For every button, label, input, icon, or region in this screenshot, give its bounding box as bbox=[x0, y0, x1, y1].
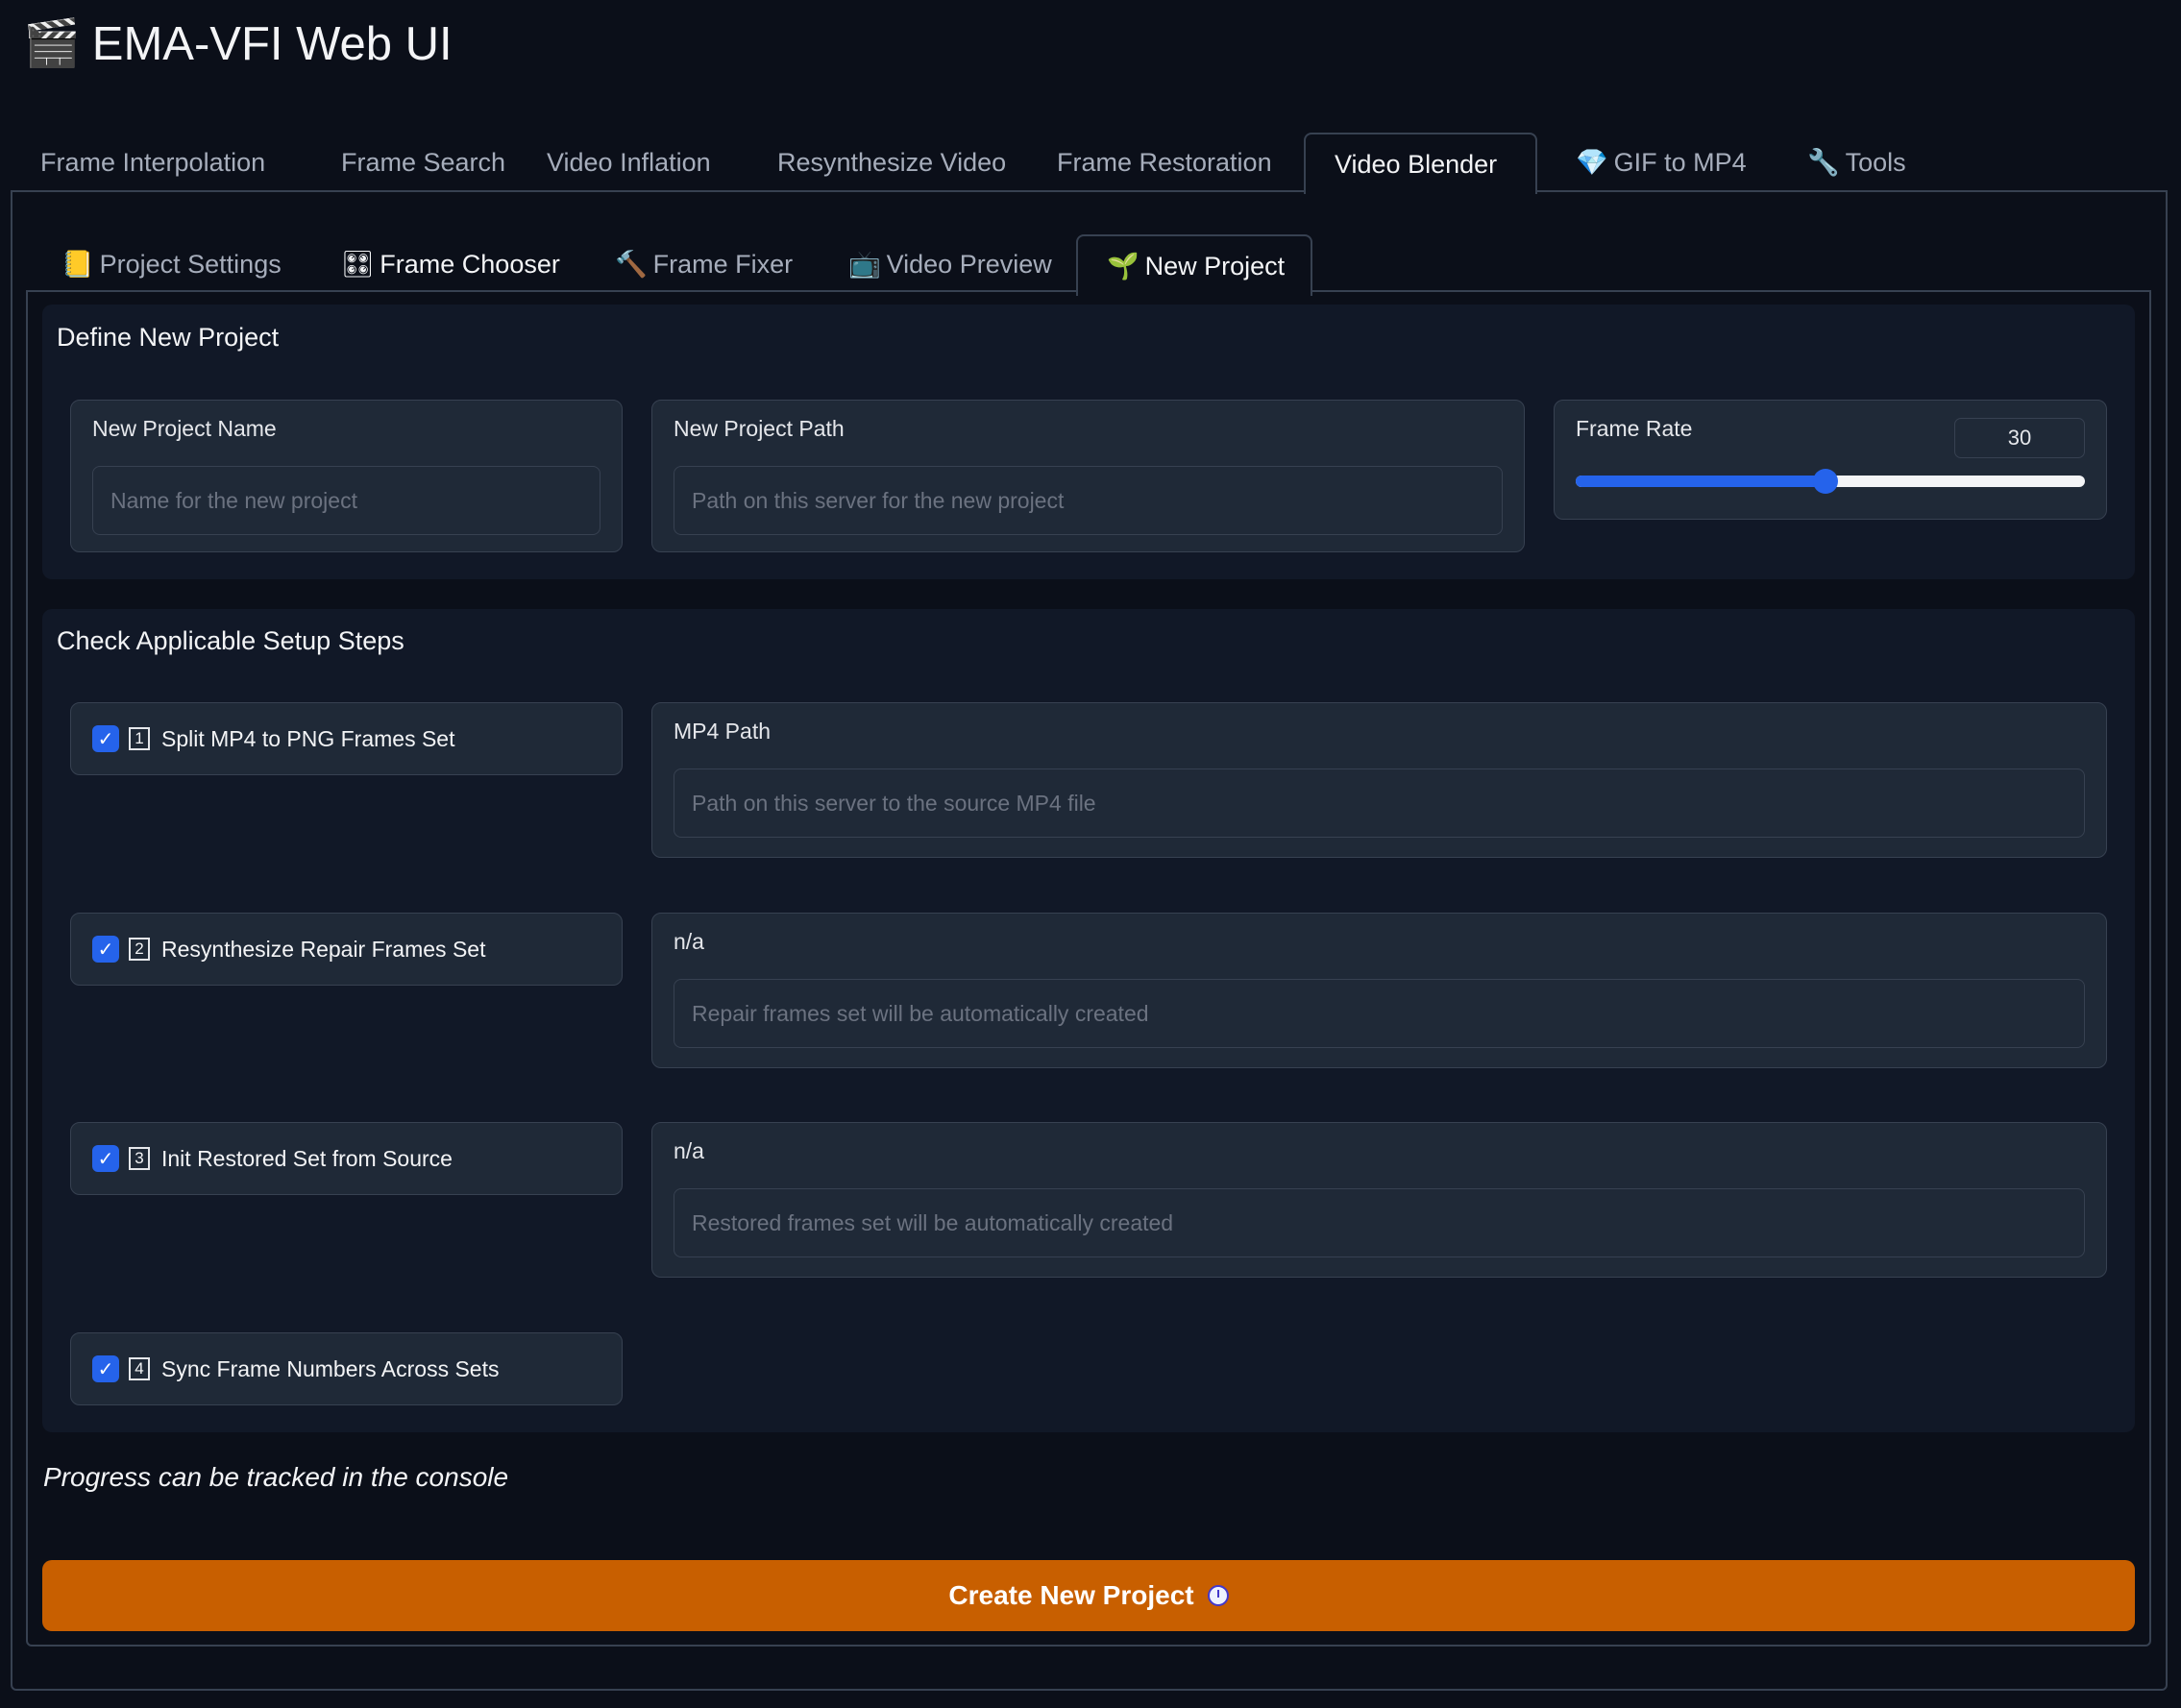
slider-fill bbox=[1576, 476, 1826, 487]
subtab-video-preview[interactable]: 📺 Video Preview bbox=[820, 234, 1081, 294]
tab-label: Frame Chooser bbox=[380, 249, 560, 279]
step-1-checkbox[interactable]: ✓ 1 Split MP4 to PNG Frames Set bbox=[70, 702, 623, 775]
setup-steps-title: Check Applicable Setup Steps bbox=[57, 626, 404, 655]
restored-frames-label: n/a bbox=[674, 1138, 704, 1163]
step-number-badge: 1 bbox=[129, 727, 150, 750]
clock-icon bbox=[1207, 1585, 1229, 1606]
tab-frame-restoration[interactable]: Frame Restoration bbox=[1028, 133, 1301, 192]
tab-label: Project Settings bbox=[99, 249, 282, 279]
project-path-input[interactable] bbox=[674, 466, 1503, 535]
hammer-icon: 🔨 bbox=[615, 250, 648, 279]
main-tab-bar: Frame Interpolation Frame Search Video I… bbox=[12, 133, 2169, 194]
tab-frame-search[interactable]: Frame Search bbox=[312, 133, 534, 192]
tab-label: Video Blender bbox=[1335, 149, 1498, 179]
check-icon: ✓ bbox=[92, 1355, 119, 1382]
project-path-block: New Project Path bbox=[651, 400, 1525, 552]
frame-rate-slider[interactable] bbox=[1576, 469, 2085, 494]
tab-label: Frame Search bbox=[341, 147, 506, 177]
tab-resynthesize-video[interactable]: Resynthesize Video bbox=[748, 133, 1035, 192]
repair-frames-block: n/a bbox=[651, 913, 2107, 1068]
define-project-title: Define New Project bbox=[57, 323, 280, 352]
tab-gif-to-mp4[interactable]: 💎 GIF to MP4 bbox=[1547, 133, 1776, 192]
tab-label: Frame Restoration bbox=[1057, 147, 1272, 177]
wrench-icon: 🔧 bbox=[1807, 148, 1840, 177]
project-name-input[interactable] bbox=[92, 466, 600, 535]
frame-rate-block: Frame Rate 30 bbox=[1554, 400, 2107, 520]
progress-note: Progress can be tracked in the console bbox=[43, 1462, 509, 1492]
step-2-checkbox[interactable]: ✓ 2 Resynthesize Repair Frames Set bbox=[70, 913, 623, 986]
mp4-path-block: MP4 Path bbox=[651, 702, 2107, 858]
step-3-checkbox[interactable]: ✓ 3 Init Restored Set from Source bbox=[70, 1122, 623, 1195]
project-name-label: New Project Name bbox=[92, 416, 277, 441]
subtab-frame-fixer[interactable]: 🔨 Frame Fixer bbox=[586, 234, 821, 294]
check-icon: ✓ bbox=[92, 725, 119, 752]
slider-handle[interactable] bbox=[1812, 469, 1838, 494]
step-number-badge: 3 bbox=[129, 1147, 150, 1170]
subtab-new-project[interactable]: 🌱 New Project bbox=[1076, 234, 1312, 296]
create-new-project-button[interactable]: Create New Project bbox=[42, 1560, 2135, 1631]
tab-label: New Project bbox=[1144, 251, 1286, 281]
step-number-badge: 2 bbox=[129, 938, 150, 961]
gem-icon: 💎 bbox=[1576, 148, 1608, 177]
step-label: Split MP4 to PNG Frames Set bbox=[161, 725, 455, 751]
button-label: Create New Project bbox=[948, 1580, 1194, 1610]
control-knobs-icon: 🎛 bbox=[341, 250, 375, 279]
tab-label: Frame Fixer bbox=[652, 249, 794, 279]
app-header: 🎬 EMA-VFI Web UI bbox=[23, 13, 453, 75]
step-label: Init Restored Set from Source bbox=[161, 1145, 453, 1171]
step-label: Resynthesize Repair Frames Set bbox=[161, 936, 486, 962]
tab-tools[interactable]: 🔧 Tools bbox=[1778, 133, 1935, 192]
tab-label: GIF to MP4 bbox=[1613, 147, 1747, 177]
project-name-block: New Project Name bbox=[70, 400, 623, 552]
frame-rate-number-input[interactable]: 30 bbox=[1954, 418, 2085, 458]
notebook-icon: 📒 bbox=[61, 250, 94, 279]
subtab-frame-chooser[interactable]: 🎛 Frame Chooser bbox=[312, 234, 589, 294]
tab-frame-interpolation[interactable]: Frame Interpolation bbox=[12, 133, 294, 192]
tab-label: Resynthesize Video bbox=[777, 147, 1007, 177]
step-4-checkbox[interactable]: ✓ 4 Sync Frame Numbers Across Sets bbox=[70, 1332, 623, 1405]
subtab-project-settings[interactable]: 📒 Project Settings bbox=[33, 234, 310, 294]
seedling-icon: 🌱 bbox=[1107, 252, 1140, 281]
repair-frames-input[interactable] bbox=[674, 979, 2085, 1048]
tab-label: Video Inflation bbox=[547, 147, 711, 177]
project-path-label: New Project Path bbox=[674, 416, 845, 441]
frame-rate-label: Frame Rate bbox=[1576, 416, 1693, 441]
restored-frames-input[interactable] bbox=[674, 1188, 2085, 1257]
tab-label: Frame Interpolation bbox=[40, 147, 266, 177]
television-icon: 📺 bbox=[848, 250, 881, 279]
tab-label: Video Preview bbox=[886, 249, 1052, 279]
restored-frames-block: n/a bbox=[651, 1122, 2107, 1278]
tab-video-inflation[interactable]: Video Inflation bbox=[518, 133, 740, 192]
tab-label: Tools bbox=[1845, 147, 1906, 177]
check-icon: ✓ bbox=[92, 1145, 119, 1172]
clapper-board-icon: 🎬 bbox=[23, 18, 81, 69]
step-number-badge: 4 bbox=[129, 1357, 150, 1380]
repair-frames-label: n/a bbox=[674, 929, 704, 954]
app-title: EMA-VFI Web UI bbox=[91, 18, 453, 70]
mp4-path-label: MP4 Path bbox=[674, 719, 771, 744]
step-label: Sync Frame Numbers Across Sets bbox=[161, 1355, 500, 1381]
mp4-path-input[interactable] bbox=[674, 769, 2085, 838]
check-icon: ✓ bbox=[92, 936, 119, 963]
tab-video-blender[interactable]: Video Blender bbox=[1304, 133, 1537, 194]
